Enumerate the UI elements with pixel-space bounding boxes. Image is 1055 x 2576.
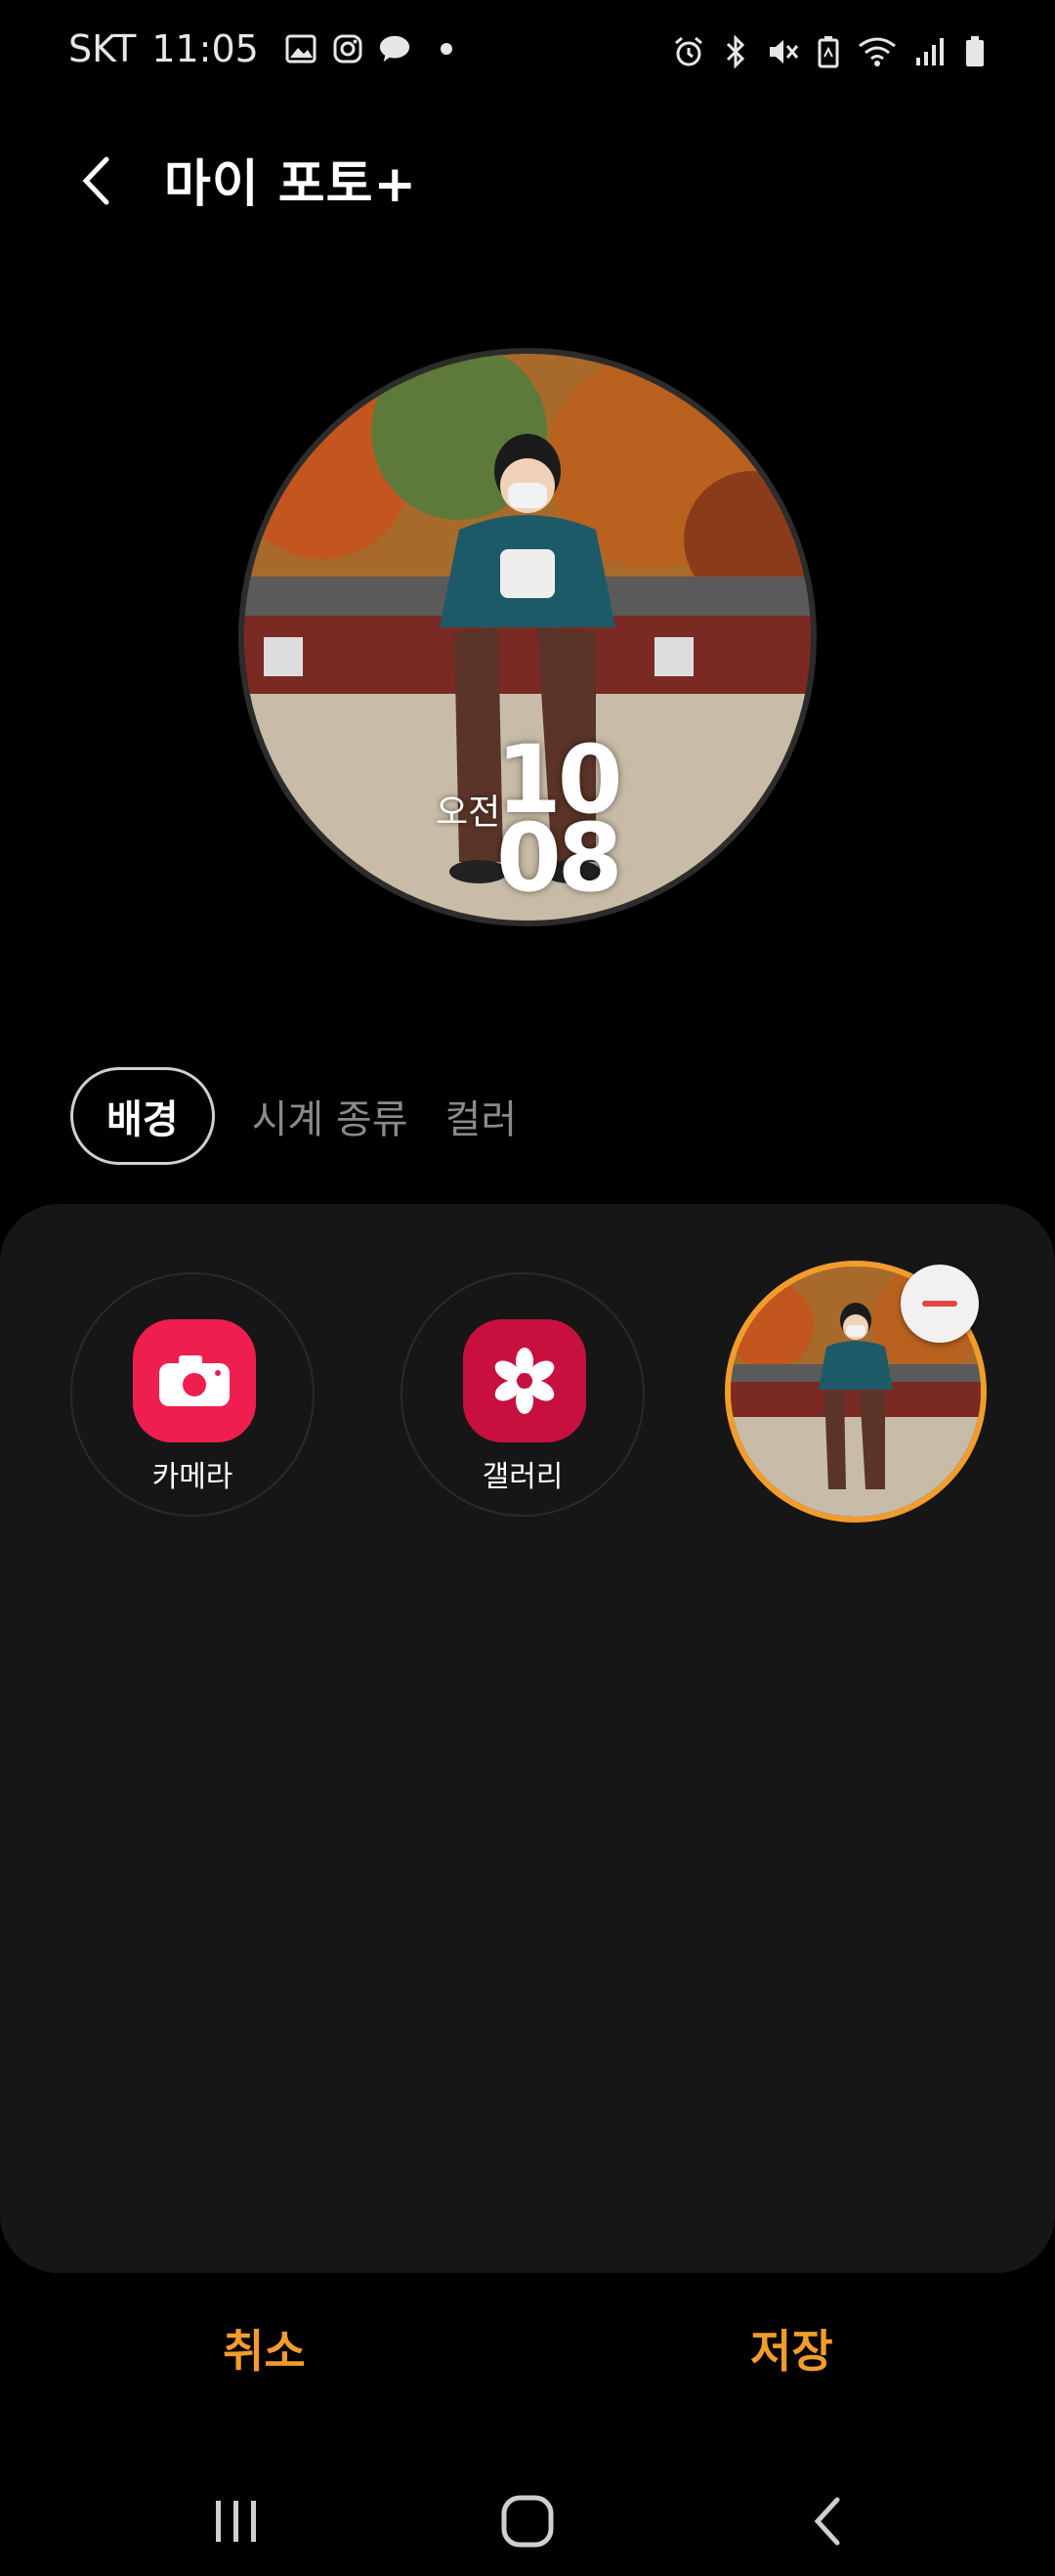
status-right [672, 35, 987, 68]
customize-tabs: 배경 시계 종류 컬러 [70, 1067, 517, 1165]
bottom-actions: 취소 저장 [0, 2316, 1055, 2404]
system-navigation-bar [0, 2463, 1055, 2576]
cancel-button[interactable]: 취소 [223, 2316, 306, 2381]
battery-saver-icon [818, 36, 839, 68]
recent-apps-button[interactable] [197, 2482, 275, 2560]
recent-apps-icon [216, 2501, 256, 2542]
instagram-icon [331, 32, 364, 65]
back-button[interactable] [66, 147, 125, 215]
status-bar: SKT 11:05 [0, 0, 1055, 117]
gallery-notification-icon [284, 32, 317, 65]
alarm-icon [675, 36, 702, 66]
home-icon [501, 2495, 554, 2548]
app-bar: 마이 포토+ [0, 127, 1055, 235]
home-button[interactable] [488, 2482, 567, 2560]
battery-icon [966, 36, 984, 66]
watch-face-preview: 오전 10 08 [238, 348, 817, 926]
status-left: SKT 11:05 [68, 27, 452, 70]
mute-icon [770, 40, 799, 64]
camera-option[interactable]: 카메라 [70, 1272, 315, 1517]
wifi-icon [859, 37, 896, 66]
carrier-label: SKT [68, 27, 137, 70]
chevron-left-icon [82, 156, 109, 205]
remove-photo-button[interactable] [901, 1265, 979, 1343]
time-minute: 08 [496, 803, 623, 913]
gallery-flower-icon [463, 1319, 586, 1442]
page-title: 마이 포토+ [164, 155, 418, 214]
minus-icon [922, 1301, 957, 1307]
more-notifications-dot [440, 43, 452, 55]
bluetooth-icon [726, 35, 745, 68]
time-ampm: 오전 [436, 793, 501, 833]
tab-watch-type[interactable]: 시계 종류 [252, 1070, 408, 1162]
tab-background[interactable]: 배경 [70, 1067, 215, 1165]
tab-color[interactable]: 컬러 [445, 1070, 518, 1162]
kakaotalk-icon [378, 32, 411, 65]
signal-icon [916, 38, 944, 65]
gallery-label: 갤러리 [482, 1460, 564, 1494]
back-nav-button[interactable] [787, 2482, 865, 2560]
gallery-option[interactable]: 갤러리 [401, 1272, 645, 1517]
camera-icon [133, 1319, 256, 1442]
clock-label: 11:05 [151, 27, 259, 70]
camera-label: 카메라 [151, 1460, 233, 1494]
back-nav-icon [814, 2497, 840, 2546]
background-options-panel: 카메라 갤러리 [0, 1204, 1055, 2273]
save-button[interactable]: 저장 [750, 2316, 833, 2381]
